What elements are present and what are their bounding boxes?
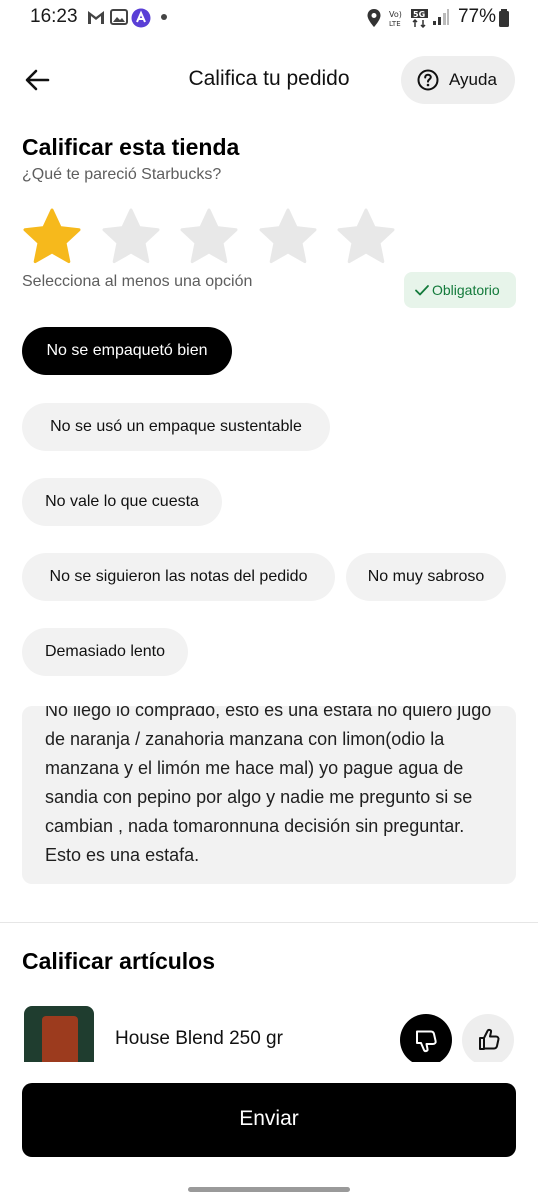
svg-text:5G: 5G <box>413 10 425 19</box>
chip-label: No muy sabroso <box>367 568 485 585</box>
signal-icon <box>433 9 449 25</box>
status-time: 16:23 <box>30 6 78 27</box>
submit-label: Enviar <box>239 1107 299 1130</box>
selection-hint: Selecciona al menos una opción <box>22 273 253 290</box>
svg-text:Vo): Vo) <box>389 10 402 19</box>
location-icon <box>367 9 381 27</box>
item-name: House Blend 250 gr <box>115 1028 283 1049</box>
rate-store-title: Calificar esta tienda <box>22 134 240 160</box>
app-notification-icon <box>131 8 151 28</box>
svg-text:LTE: LTE <box>389 20 401 28</box>
chip-poorly-packed[interactable]: No se empaquetó bien <box>22 327 232 375</box>
gmail-icon <box>88 11 104 24</box>
chip-label: Demasiado lento <box>44 643 166 660</box>
home-indicator[interactable] <box>188 1187 350 1192</box>
help-label: Ayuda <box>449 70 497 89</box>
status-bar: 16:23 Vo) LTE 5G 77% <box>0 0 538 36</box>
star-4-icon[interactable] <box>257 206 319 268</box>
help-button[interactable]: Ayuda <box>401 56 515 104</box>
required-badge: Obligatorio <box>404 272 516 308</box>
star-2-icon[interactable] <box>100 206 162 268</box>
star-1-icon[interactable] <box>21 206 83 268</box>
help-icon <box>417 69 439 91</box>
battery-percent: 77% <box>457 6 496 27</box>
chip-not-tasty[interactable]: No muy sabroso <box>346 553 506 601</box>
thumbs-down-button[interactable] <box>400 1014 452 1066</box>
required-label: Obligatorio <box>432 282 500 298</box>
star-5-icon[interactable] <box>335 206 397 268</box>
photo-icon <box>110 9 128 25</box>
battery-icon <box>499 9 509 27</box>
volte-icon: Vo) LTE <box>389 10 402 28</box>
chip-label: No se usó un empaque sustentable <box>50 418 302 435</box>
thumbs-up-icon <box>479 1028 500 1050</box>
submit-button[interactable]: Enviar <box>22 1083 516 1157</box>
thumbs-down-icon <box>416 1030 437 1053</box>
comment-textarea[interactable]: No llego lo comprado, esto es una estafa… <box>22 706 516 884</box>
coffee-bag-image <box>42 1016 78 1062</box>
rate-items-title: Calificar artículos <box>22 948 216 974</box>
rate-store-subtitle: ¿Qué te pareció Starbucks? <box>22 166 222 183</box>
item-thumbnail <box>24 1006 94 1062</box>
5g-icon: 5G <box>411 9 428 28</box>
thumbs-up-button[interactable] <box>462 1014 514 1066</box>
chip-label: No se siguieron las notas del pedido <box>49 568 308 585</box>
chip-notes-not-followed[interactable]: No se siguieron las notas del pedido <box>22 553 335 601</box>
chip-label: No se empaquetó bien <box>46 342 208 359</box>
check-icon <box>415 285 429 296</box>
comment-text: No llego lo comprado, esto es una estafa… <box>45 706 492 865</box>
chip-too-slow[interactable]: Demasiado lento <box>22 628 188 676</box>
star-3-icon[interactable] <box>178 206 240 268</box>
section-divider <box>0 922 538 923</box>
dot-icon <box>161 14 167 20</box>
chip-not-worth-price[interactable]: No vale lo que cuesta <box>22 478 222 526</box>
chip-label: No vale lo que cuesta <box>45 493 199 510</box>
chip-no-sustainable-packaging[interactable]: No se usó un empaque sustentable <box>22 403 330 451</box>
